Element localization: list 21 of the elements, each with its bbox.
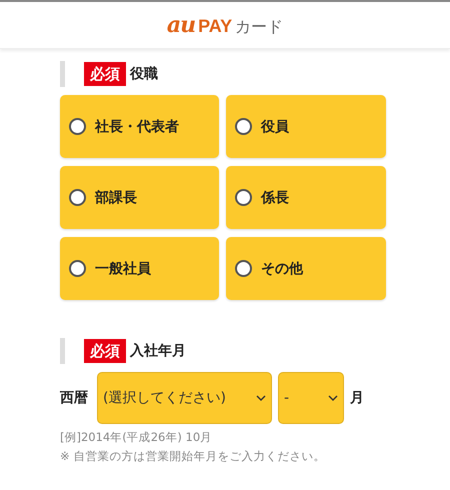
section-marker xyxy=(60,61,65,87)
example-text: [例]2014年(平成26年) 10月 xyxy=(60,430,214,445)
year-select[interactable]: (選択してください) xyxy=(97,372,272,424)
radio-option[interactable]: その他 xyxy=(226,237,386,300)
note-text: ※ 自営業の方は営業開始年月をご入力ください。 xyxy=(60,449,326,464)
required-badge: 必須 xyxy=(84,62,126,86)
chevron-icon xyxy=(256,395,266,401)
radio-option[interactable]: 係長 xyxy=(226,166,386,229)
section-marker xyxy=(60,338,65,364)
radio-option[interactable]: 部課長 xyxy=(60,166,219,229)
month-select[interactable]: - xyxy=(278,372,344,424)
radio-option[interactable]: 役員 xyxy=(226,95,386,158)
required-badge: 必須 xyxy=(84,339,126,363)
radio-option[interactable]: 社長・代表者 xyxy=(60,95,219,158)
field-label: 西暦 xyxy=(60,389,88,407)
chevron-icon xyxy=(328,395,338,401)
field-label: 入社年月 xyxy=(130,342,186,360)
radio-option[interactable]: 一般社員 xyxy=(60,237,219,300)
field-label: 月 xyxy=(350,389,364,407)
field-label: 役職 xyxy=(130,65,158,83)
logo: au PAY カード xyxy=(166,12,284,38)
